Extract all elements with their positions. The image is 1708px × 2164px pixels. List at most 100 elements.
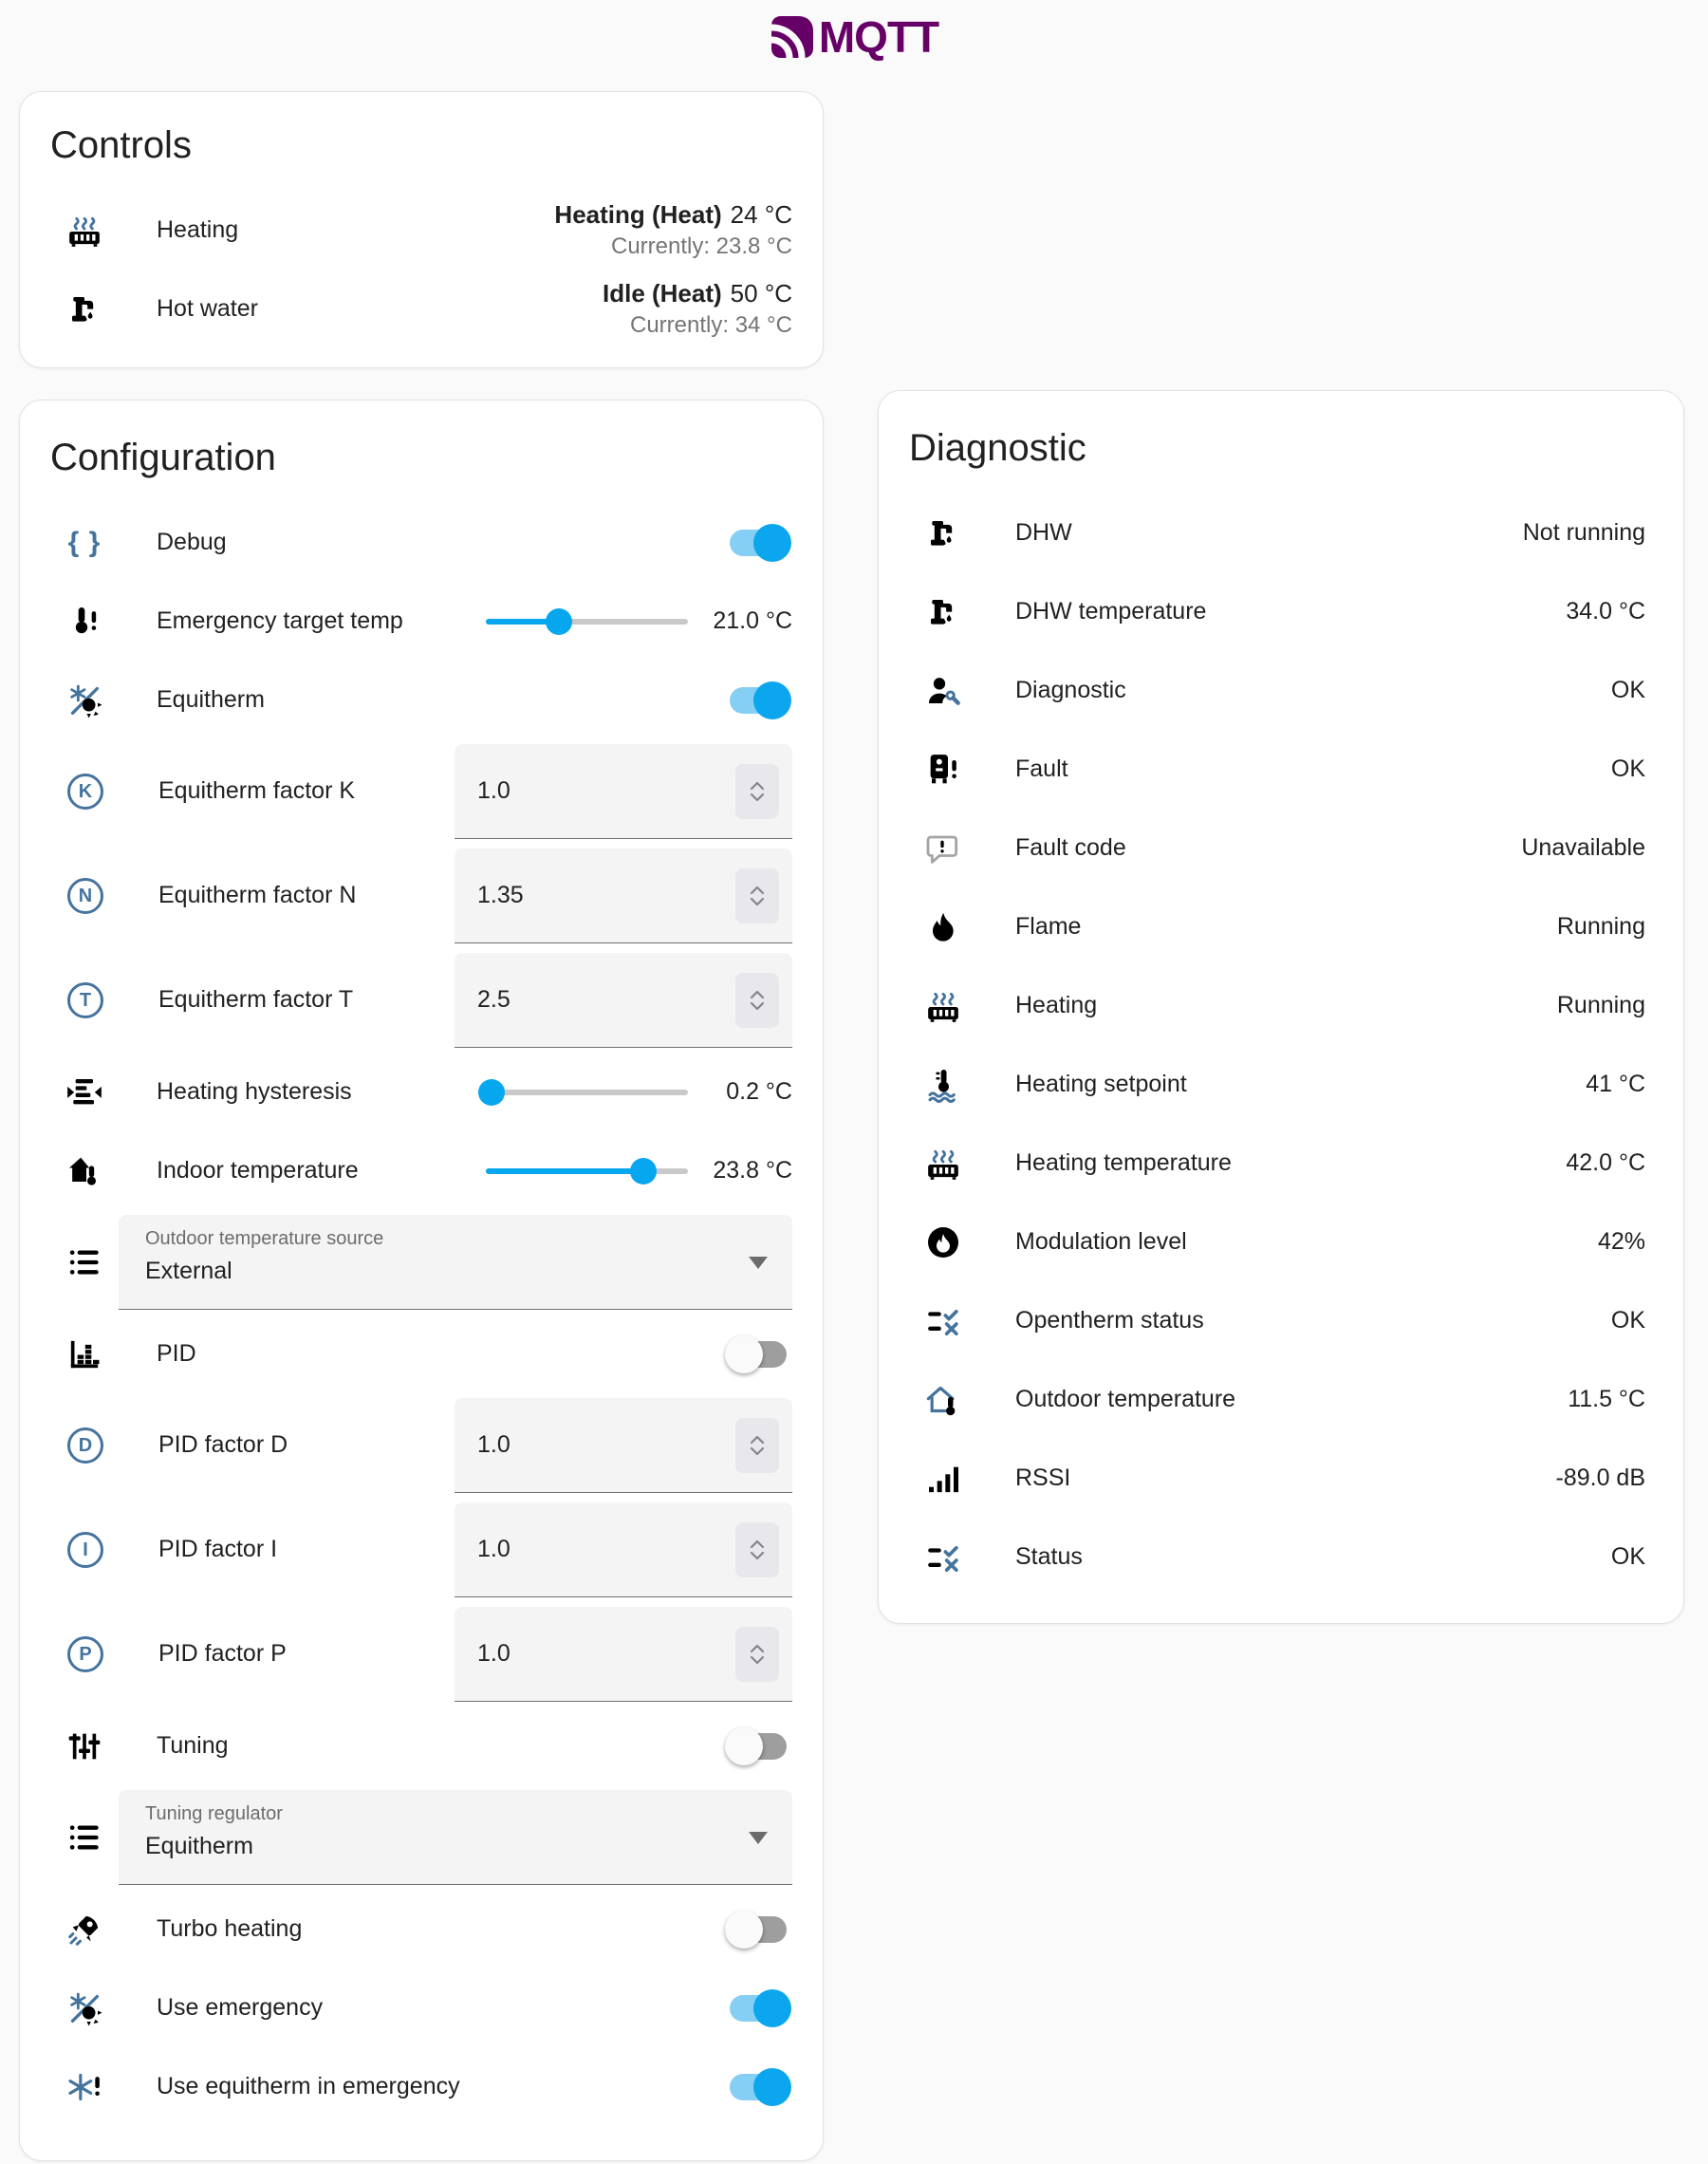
row-label: Indoor temperature <box>157 1156 486 1185</box>
slider-value: 0.2 °C <box>713 1077 792 1107</box>
climate-mode: Heating (Heat) <box>554 200 721 229</box>
sensor-value: -89.0 dB <box>1555 1464 1645 1492</box>
water-heater-target-temp: 50 °C <box>731 279 792 308</box>
slider-thumb[interactable] <box>630 1158 657 1185</box>
chart-histogram-icon <box>65 1335 103 1373</box>
number-stepper[interactable] <box>735 1418 779 1473</box>
use-emergency-toggle[interactable] <box>730 1995 787 2022</box>
row-label: PID factor D <box>158 1430 455 1460</box>
config-row-pid-factor-d[interactable]: D PID factor D 1.0 <box>50 1393 792 1498</box>
code-braces-icon <box>65 527 103 559</box>
row-label: Emergency target temp <box>157 606 486 636</box>
config-row-tuning-regulator[interactable]: Tuning regulator Equitherm <box>50 1785 792 1890</box>
sensor-value: OK <box>1611 756 1645 783</box>
config-row-use-equitherm-in-emergency[interactable]: Use equitherm in emergency <box>50 2047 792 2126</box>
number-stepper[interactable] <box>735 1522 779 1577</box>
equitherm-factor-k-input[interactable]: 1.0 <box>455 744 792 839</box>
dropdown-caret-icon <box>749 1257 768 1269</box>
config-row-pid-factor-p[interactable]: P PID factor P 1.0 <box>50 1602 792 1707</box>
config-row-pid[interactable]: PID <box>50 1315 792 1393</box>
diag-row-heating[interactable]: Heating Running <box>909 966 1645 1045</box>
sensor-value: OK <box>1611 677 1645 704</box>
diag-row-status[interactable]: Status OK <box>909 1518 1645 1596</box>
signal-icon <box>924 1460 962 1498</box>
home-thermometer-out-icon <box>924 1381 962 1419</box>
emergency-target-temp-slider[interactable] <box>486 608 688 635</box>
thermometer-alert-icon <box>65 603 103 641</box>
slider-thumb[interactable] <box>478 1079 505 1106</box>
config-row-use-emergency[interactable]: Use emergency <box>50 1968 792 2047</box>
control-label: Heating <box>157 215 554 245</box>
heating-hysteresis-slider[interactable] <box>486 1079 688 1106</box>
diag-row-heating-temperature[interactable]: Heating temperature 42.0 °C <box>909 1124 1645 1203</box>
row-label: PID <box>157 1339 730 1369</box>
equitherm-factor-t-input[interactable]: 2.5 <box>455 953 792 1048</box>
config-row-pid-factor-i[interactable]: I PID factor I 1.0 <box>50 1498 792 1602</box>
config-row-outdoor-temperature-source[interactable]: Outdoor temperature source External <box>50 1210 792 1315</box>
diag-row-modulation-level[interactable]: Modulation level 42% <box>909 1203 1645 1281</box>
diag-row-heating-setpoint[interactable]: Heating setpoint 41 °C <box>909 1045 1645 1124</box>
tune-vertical-icon <box>65 1727 103 1765</box>
diag-row-diagnostic[interactable]: Diagnostic OK <box>909 651 1645 730</box>
config-row-turbo-heating[interactable]: Turbo heating <box>50 1890 792 1968</box>
pid-factor-p-input[interactable]: 1.0 <box>455 1607 792 1702</box>
number-stepper[interactable] <box>735 1627 779 1682</box>
row-label: Use equitherm in emergency <box>157 2072 730 2101</box>
config-row-debug[interactable]: Debug <box>50 503 792 582</box>
tuning-regulator-select[interactable]: Tuning regulator Equitherm <box>119 1790 792 1885</box>
equitherm-toggle[interactable] <box>730 687 787 714</box>
configuration-title: Configuration <box>50 431 792 484</box>
diag-row-fault[interactable]: Fault OK <box>909 730 1645 809</box>
config-row-equitherm-factor-k[interactable]: K Equitherm factor K 1.0 <box>50 739 792 844</box>
slider-thumb[interactable] <box>546 608 572 635</box>
diag-row-opentherm-status[interactable]: Opentherm status OK <box>909 1281 1645 1360</box>
config-row-indoor-temperature[interactable]: Indoor temperature 23.8 °C <box>50 1131 792 1210</box>
use-equitherm-in-emergency-toggle[interactable] <box>730 2074 787 2100</box>
fire-circle-icon <box>924 1223 962 1261</box>
controls-card: Controls Heating Heating (Heat)24 °C Cur… <box>19 91 824 368</box>
diag-row-flame[interactable]: Flame Running <box>909 887 1645 966</box>
row-label: Equitherm factor N <box>158 881 455 910</box>
row-label: Turbo heating <box>157 1914 730 1944</box>
pid-factor-d-input[interactable]: 1.0 <box>455 1398 792 1493</box>
outdoor-temperature-source-select[interactable]: Outdoor temperature source External <box>119 1215 792 1310</box>
sensor-value: Running <box>1557 992 1645 1019</box>
control-row-hot-water[interactable]: Hot water Idle (Heat)50 °C Currently: 34… <box>50 270 792 348</box>
equitherm-factor-n-input[interactable]: 1.35 <box>455 849 792 943</box>
mqtt-logo-icon <box>770 14 815 60</box>
diag-row-outdoor-temperature[interactable]: Outdoor temperature 11.5 °C <box>909 1360 1645 1439</box>
water-heater-state: Idle (Heat)50 °C Currently: 34 °C <box>603 279 792 339</box>
config-row-tuning[interactable]: Tuning <box>50 1707 792 1785</box>
control-label: Hot water <box>157 294 603 324</box>
letter-n-circle-icon: N <box>67 878 103 914</box>
config-row-emergency-target-temp[interactable]: Emergency target temp 21.0 °C <box>50 582 792 661</box>
row-label: PID factor I <box>158 1535 455 1564</box>
row-label: PID factor P <box>158 1639 455 1669</box>
letter-d-circle-icon: D <box>67 1427 103 1464</box>
config-row-heating-hysteresis[interactable]: Heating hysteresis 0.2 °C <box>50 1053 792 1131</box>
turbo-heating-toggle[interactable] <box>730 1916 787 1943</box>
faucet-icon <box>924 514 962 552</box>
config-row-equitherm-factor-n[interactable]: N Equitherm factor N 1.35 <box>50 844 792 948</box>
config-row-equitherm[interactable]: Equitherm <box>50 661 792 739</box>
control-row-heating[interactable]: Heating Heating (Heat)24 °C Currently: 2… <box>50 191 792 270</box>
home-thermometer-icon <box>65 1152 103 1190</box>
indoor-temperature-slider[interactable] <box>486 1158 688 1185</box>
select-value: External <box>145 1258 735 1285</box>
diag-row-dhw[interactable]: DHW Not running <box>909 494 1645 572</box>
number-stepper[interactable] <box>735 868 779 923</box>
diag-row-dhw-temperature[interactable]: DHW temperature 34.0 °C <box>909 572 1645 651</box>
select-value: Equitherm <box>145 1833 735 1860</box>
config-row-equitherm-factor-t[interactable]: T Equitherm factor T 2.5 <box>50 948 792 1053</box>
number-stepper[interactable] <box>735 973 779 1028</box>
dropdown-caret-icon <box>749 1832 768 1844</box>
controls-title: Controls <box>50 119 792 172</box>
pid-factor-i-input[interactable]: 1.0 <box>455 1502 792 1597</box>
number-stepper[interactable] <box>735 764 779 819</box>
letter-i-circle-icon: I <box>67 1532 103 1568</box>
debug-toggle[interactable] <box>730 530 787 556</box>
diag-row-fault-code[interactable]: Fault code Unavailable <box>909 809 1645 887</box>
tuning-toggle[interactable] <box>730 1733 787 1760</box>
pid-toggle[interactable] <box>730 1341 787 1368</box>
diag-row-rssi[interactable]: RSSI -89.0 dB <box>909 1439 1645 1518</box>
